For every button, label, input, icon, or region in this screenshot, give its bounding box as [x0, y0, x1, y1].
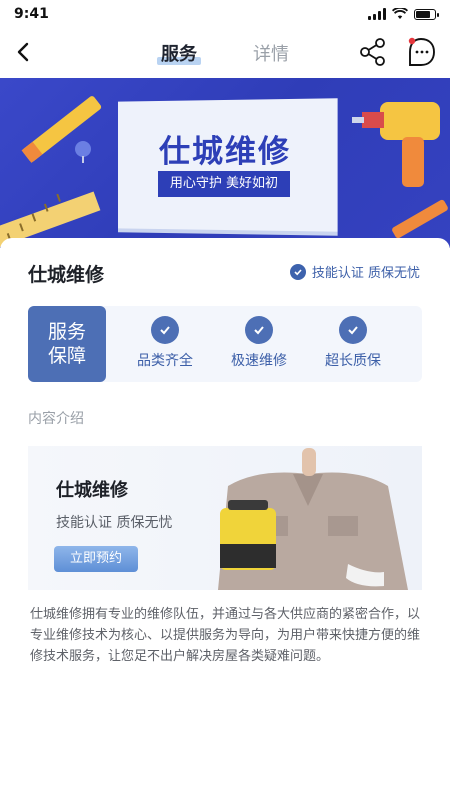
- promo-subtitle: 技能认证 质保无忧: [56, 515, 173, 531]
- book-now-button[interactable]: 立即预约: [54, 546, 138, 572]
- share-icon: [360, 38, 385, 66]
- guarantee-item: 极速维修: [214, 316, 304, 370]
- content-card: 仕城维修 技能认证 质保无忧 服务保障 品类齐全 极速维修 超长质保 内容介绍 …: [0, 238, 450, 800]
- shop-name: 仕城维修: [28, 264, 105, 286]
- message-button[interactable]: [404, 35, 438, 69]
- banner-subtitle: 用心守护 美好如初: [158, 171, 290, 197]
- guarantee-item-label: 极速维修: [231, 353, 287, 369]
- check-circle-icon: [339, 316, 367, 344]
- guarantee-item-label: 超长质保: [325, 353, 381, 369]
- battery-icon: [414, 8, 439, 20]
- check-circle-icon: [289, 263, 306, 280]
- repairman-image: [218, 448, 408, 590]
- share-button[interactable]: [358, 36, 388, 68]
- promo-card: 仕城维修 技能认证 质保无忧 立即预约: [28, 446, 422, 590]
- guarantee-label: 服务保障: [28, 306, 106, 382]
- system-icons: [368, 8, 439, 20]
- promo-title: 仕城维修: [56, 480, 128, 501]
- cert-text: 技能认证 质保无忧: [311, 266, 420, 281]
- wifi-icon: [392, 8, 408, 19]
- signal-icon: [368, 8, 386, 20]
- cert-badge: 技能认证 质保无忧: [289, 262, 420, 281]
- status-bar: 9:41: [0, 0, 450, 30]
- check-circle-icon: [245, 316, 273, 344]
- chat-bubble-icon: [408, 37, 435, 66]
- hero-banner: 仕城维修 用心守护 美好如初: [0, 78, 450, 248]
- guarantee-item: 品类齐全: [120, 316, 210, 370]
- tab-service[interactable]: 服务: [157, 40, 201, 66]
- battery-level: [416, 10, 431, 18]
- section-title: 内容介绍: [28, 411, 84, 427]
- guarantee-item: 超长质保: [308, 316, 398, 370]
- guarantee-item-label: 品类齐全: [137, 353, 193, 369]
- service-guarantee: 服务保障 品类齐全 极速维修 超长质保: [28, 306, 422, 382]
- service-description: 仕城维修拥有专业的维修队伍，并通过与各大供应商的紧密合作，以专业维修技术为核心、…: [30, 607, 421, 664]
- status-time: 9:41: [14, 6, 49, 22]
- nav-bar: 服务 详情: [0, 30, 450, 76]
- banner-title: 仕城维修: [159, 134, 291, 170]
- notification-dot: [408, 37, 416, 45]
- tab-details[interactable]: 详情: [253, 40, 289, 66]
- check-circle-icon: [151, 316, 179, 344]
